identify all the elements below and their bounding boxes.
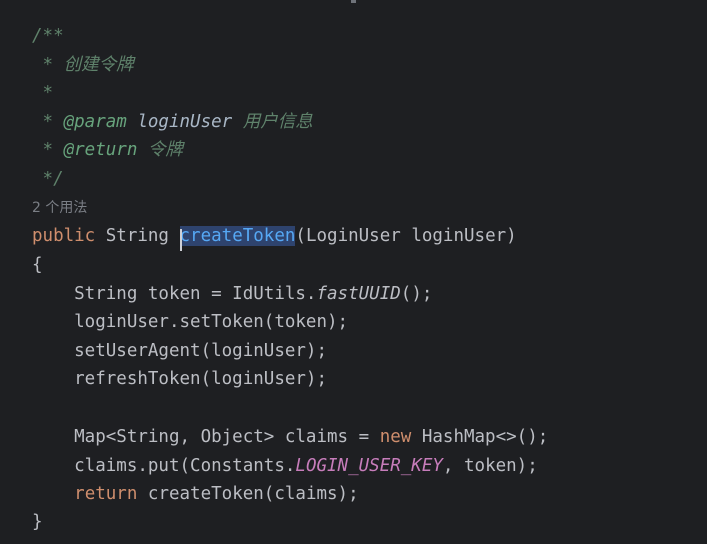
doc-comment-return: * @return 令牌 [32,136,183,164]
doc-star: * [32,140,64,160]
method-name-text: createToken [179,226,296,246]
login-user-key-constant: LOGIN_USER_KEY [295,456,443,476]
token-decl-end: (); [400,284,433,304]
claims-decl: Map<String, Object> claims = [32,427,380,447]
code-line-set-token: loginUser.setToken(token); [32,312,349,332]
doc-comment-description: * 创建令牌 [32,55,134,75]
new-keyword: new [379,427,412,447]
return-expression: createToken(claims); [137,484,359,504]
code-line-claims-put: claims.put(Constants.LOGIN_USER_KEY, tok… [32,452,538,480]
code-line-refresh-token: refreshToken(loginUser); [32,369,328,389]
return-keyword: return [74,484,138,504]
code-editor[interactable]: /** * 创建令牌 * * @param loginUser 用户信息 * @… [0,0,707,544]
code-line-set-user-agent: setUserAgent(loginUser); [32,341,328,361]
token-decl: String token = IdUtils. [32,284,317,304]
param-name: loginUser [126,112,233,132]
method-parameters: (LoginUser loginUser) [295,226,517,246]
claims-put-args: , token); [442,456,538,476]
close-brace: } [32,512,43,532]
usages-hint[interactable]: 2 个用法 [32,194,87,222]
return-type: String [95,226,180,246]
method-signature: public String createToken(LoginUser logi… [32,222,517,251]
doc-comment-blank: * [32,83,54,103]
param-tag: @param [63,112,127,132]
code-line-claims-map: Map<String, Object> claims = new HashMap… [32,423,548,451]
doc-comment-open: /** [32,26,64,46]
code-line-return: return createToken(claims); [32,480,359,508]
param-description: 用户信息 [232,112,313,132]
claims-put-call: claims.put(Constants. [32,456,296,476]
open-brace: { [32,255,43,275]
doc-star: * [32,112,64,132]
public-keyword: public [32,226,96,246]
scroll-marker [351,0,356,3]
doc-comment-close: */ [32,169,64,189]
hashmap-ctor: HashMap<>(); [411,427,549,447]
code-line-token: String token = IdUtils.fastUUID(); [32,280,432,308]
fast-uuid-call: fastUUID [316,284,401,304]
doc-comment-param: * @param loginUser 用户信息 [32,108,313,136]
text-caret [179,229,182,251]
method-name-create-token[interactable]: createToken [179,226,296,251]
return-description: 令牌 [137,140,183,160]
return-tag: @return [63,140,138,160]
